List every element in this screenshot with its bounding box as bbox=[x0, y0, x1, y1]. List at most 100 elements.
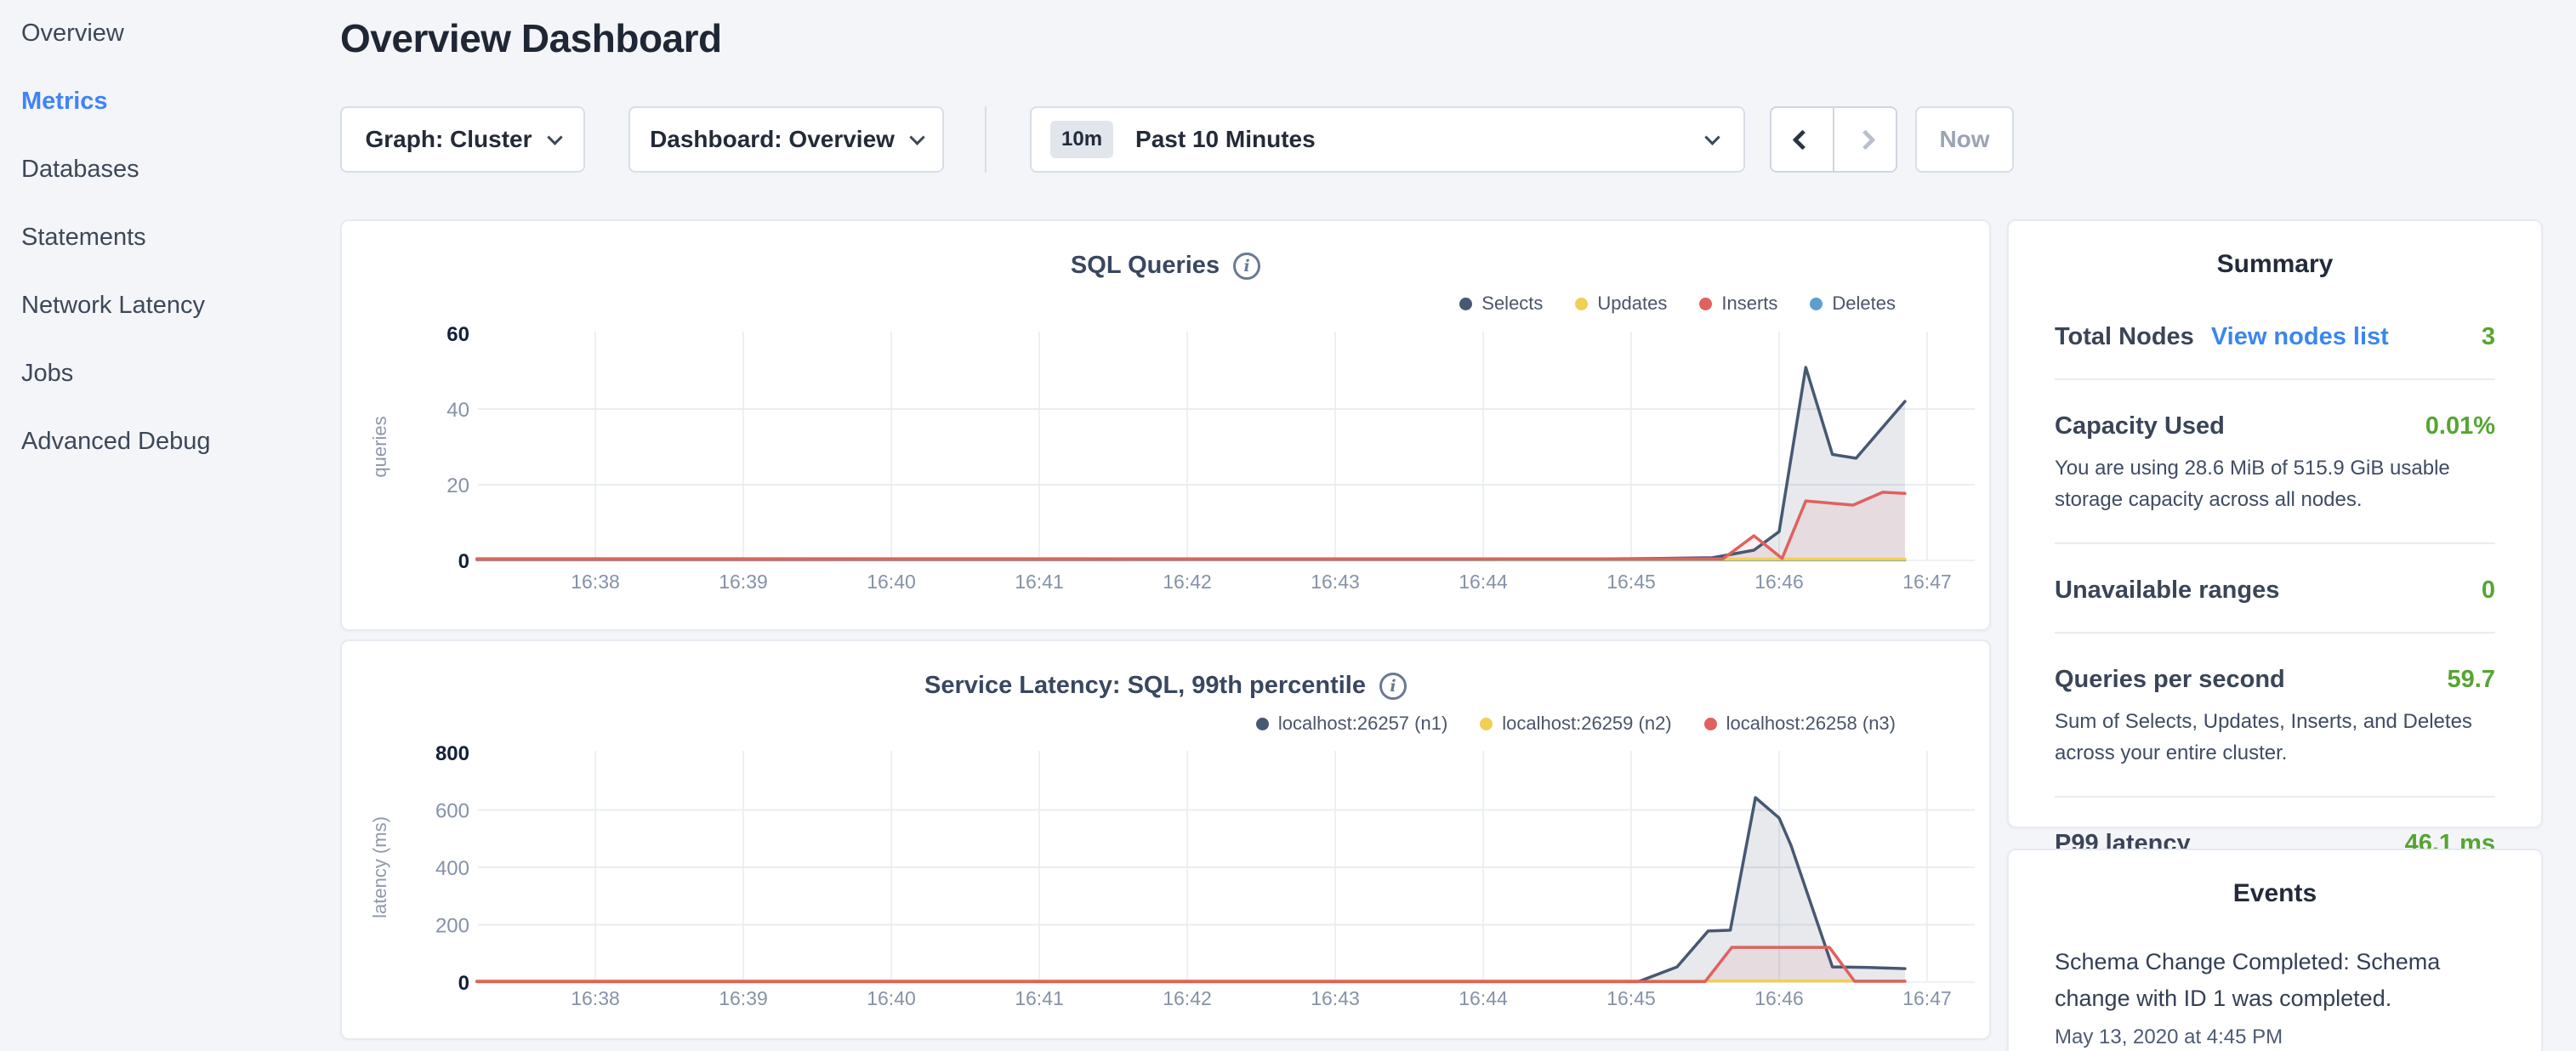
svg-text:16:47: 16:47 bbox=[1902, 571, 1952, 593]
svg-text:800: 800 bbox=[435, 742, 469, 765]
chevron-down-icon bbox=[547, 129, 562, 145]
sidebar-item-network-latency[interactable]: Network Latency bbox=[21, 287, 205, 324]
time-range-label: Past 10 Minutes bbox=[1135, 126, 1316, 153]
svg-text:16:44: 16:44 bbox=[1459, 987, 1508, 1009]
info-icon[interactable]: i bbox=[1379, 673, 1407, 700]
legend-label: Inserts bbox=[1721, 293, 1777, 315]
now-button-label: Now bbox=[1939, 126, 1989, 153]
svg-text:latency (ms): latency (ms) bbox=[369, 816, 390, 918]
sidebar-item-advanced-debug[interactable]: Advanced Debug bbox=[21, 423, 211, 460]
legend-label: localhost:26258 (n3) bbox=[1726, 713, 1896, 735]
chart-legend: localhost:26257 (n1) localhost:26259 (n2… bbox=[1256, 713, 1896, 735]
legend-label: localhost:26257 (n1) bbox=[1278, 713, 1447, 735]
sidebar-item-databases[interactable]: Databases bbox=[21, 151, 139, 188]
svg-text:16:45: 16:45 bbox=[1606, 987, 1656, 1009]
svg-text:16:46: 16:46 bbox=[1754, 571, 1804, 593]
legend-item: Updates bbox=[1575, 293, 1667, 315]
legend-label: Deletes bbox=[1832, 293, 1896, 315]
svg-text:16:42: 16:42 bbox=[1163, 987, 1212, 1009]
svg-text:16:39: 16:39 bbox=[719, 987, 768, 1009]
svg-text:16:46: 16:46 bbox=[1754, 987, 1804, 1009]
time-window-badge: 10m bbox=[1050, 121, 1113, 158]
svg-text:16:45: 16:45 bbox=[1606, 571, 1656, 593]
summary-label: Capacity Used bbox=[2055, 412, 2225, 440]
legend-item: Inserts bbox=[1699, 293, 1777, 315]
summary-value: 59.7 bbox=[2448, 666, 2495, 694]
svg-text:200: 200 bbox=[435, 915, 469, 938]
previous-timespan-button[interactable] bbox=[1771, 108, 1833, 171]
legend-item: Selects bbox=[1459, 293, 1543, 315]
summary-row-unavailable-ranges: Unavailable ranges 0 bbox=[2055, 577, 2495, 605]
sidebar: Overview Metrics Databases Statements Ne… bbox=[0, 0, 340, 1051]
sidebar-item-overview[interactable]: Overview bbox=[21, 14, 124, 52]
summary-row-queries-per-second: Queries per second 59.7 bbox=[2055, 666, 2495, 694]
legend-dot-deletes bbox=[1810, 298, 1823, 310]
sql-queries-chart-card: 16:3816:3916:4016:4116:4216:4316:4416:45… bbox=[340, 219, 1991, 631]
summary-label: Unavailable ranges bbox=[2055, 577, 2279, 605]
event-timestamp: May 13, 2020 at 4:45 PM bbox=[2055, 1025, 2495, 1049]
divider bbox=[2055, 543, 2495, 544]
now-button[interactable]: Now bbox=[1915, 106, 2014, 173]
page-title: Overview Dashboard bbox=[340, 15, 722, 61]
summary-value: 3 bbox=[2482, 323, 2495, 351]
chevron-left-icon bbox=[1792, 129, 1812, 150]
svg-text:400: 400 bbox=[435, 857, 469, 880]
dashboard-dropdown[interactable]: Dashboard: Overview bbox=[628, 106, 944, 173]
chart-title: SQL Queries bbox=[1071, 252, 1220, 280]
svg-text:16:42: 16:42 bbox=[1163, 571, 1212, 593]
overview-dashboard-page: Overview Metrics Databases Statements Ne… bbox=[0, 0, 2576, 1051]
legend-label: localhost:26259 (n2) bbox=[1502, 713, 1671, 735]
chevron-right-icon bbox=[1855, 129, 1875, 150]
svg-text:16:41: 16:41 bbox=[1015, 987, 1064, 1009]
svg-text:16:43: 16:43 bbox=[1311, 987, 1360, 1009]
view-nodes-list-link[interactable]: View nodes list bbox=[2211, 323, 2389, 351]
divider bbox=[2055, 378, 2495, 380]
legend-label: Selects bbox=[1481, 293, 1543, 315]
service-latency-plot: 16:38 16:39 16:40 16:41 16:42 16:43 16:44 16:45… bbox=[342, 641, 1989, 1038]
legend-item: Deletes bbox=[1810, 293, 1896, 315]
svg-text:16:43: 16:43 bbox=[1311, 571, 1360, 593]
legend-dot-selects bbox=[1459, 298, 1472, 310]
summary-description: Sum of Selects, Updates, Inserts, and De… bbox=[2055, 706, 2495, 769]
divider bbox=[2055, 796, 2495, 798]
sql-queries-plot: 16:3816:3916:4016:4116:4216:4316:4416:45… bbox=[342, 221, 1989, 629]
svg-text:16:39: 16:39 bbox=[719, 571, 768, 593]
svg-text:queries: queries bbox=[369, 416, 390, 477]
svg-text:16:41: 16:41 bbox=[1015, 571, 1064, 593]
svg-text:16:44: 16:44 bbox=[1459, 571, 1508, 593]
next-timespan-button[interactable] bbox=[1833, 108, 1896, 171]
legend-dot-node2 bbox=[1480, 718, 1493, 730]
svg-text:600: 600 bbox=[435, 800, 469, 823]
chevron-down-icon bbox=[909, 129, 924, 145]
events-panel: Events Schema Change Completed: Schema c… bbox=[2007, 849, 2543, 1051]
graph-scope-dropdown[interactable]: Graph: Cluster bbox=[340, 106, 585, 173]
sidebar-item-metrics[interactable]: Metrics bbox=[21, 82, 108, 120]
sidebar-item-statements[interactable]: Statements bbox=[21, 219, 146, 256]
graph-scope-dropdown-label: Graph: Cluster bbox=[365, 126, 532, 153]
legend-item: localhost:26258 (n3) bbox=[1704, 713, 1896, 735]
events-heading: Events bbox=[2009, 850, 2541, 908]
time-range-selector[interactable]: 10m Past 10 Minutes bbox=[1030, 106, 1745, 173]
legend-item: localhost:26259 (n2) bbox=[1480, 713, 1671, 735]
sidebar-item-jobs[interactable]: Jobs bbox=[21, 355, 73, 392]
summary-row-total-nodes: Total Nodes View nodes list 3 bbox=[2055, 323, 2495, 351]
svg-text:16:40: 16:40 bbox=[867, 571, 916, 593]
summary-label: Queries per second bbox=[2055, 666, 2285, 694]
svg-text:16:40: 16:40 bbox=[867, 987, 916, 1009]
legend-dot-node1 bbox=[1256, 718, 1269, 730]
controls-divider bbox=[985, 106, 987, 173]
service-latency-chart-card: 16:38 16:39 16:40 16:41 16:42 16:43 16:44 16:45… bbox=[340, 639, 1991, 1040]
legend-dot-node3 bbox=[1704, 718, 1717, 730]
legend-dot-updates bbox=[1575, 298, 1588, 310]
summary-heading: Summary bbox=[2009, 221, 2541, 279]
svg-text:16:38: 16:38 bbox=[571, 987, 620, 1009]
chevron-down-icon bbox=[1704, 129, 1720, 145]
svg-text:20: 20 bbox=[446, 474, 469, 497]
dashboard-dropdown-label: Dashboard: Overview bbox=[650, 126, 895, 153]
summary-row-capacity-used: Capacity Used 0.01% bbox=[2055, 412, 2495, 440]
svg-text:0: 0 bbox=[458, 972, 469, 995]
info-icon[interactable]: i bbox=[1233, 253, 1260, 280]
summary-panel: Summary Total Nodes View nodes list 3 Ca… bbox=[2007, 219, 2543, 828]
divider bbox=[2055, 632, 2495, 633]
time-step-buttons bbox=[1770, 106, 1897, 173]
